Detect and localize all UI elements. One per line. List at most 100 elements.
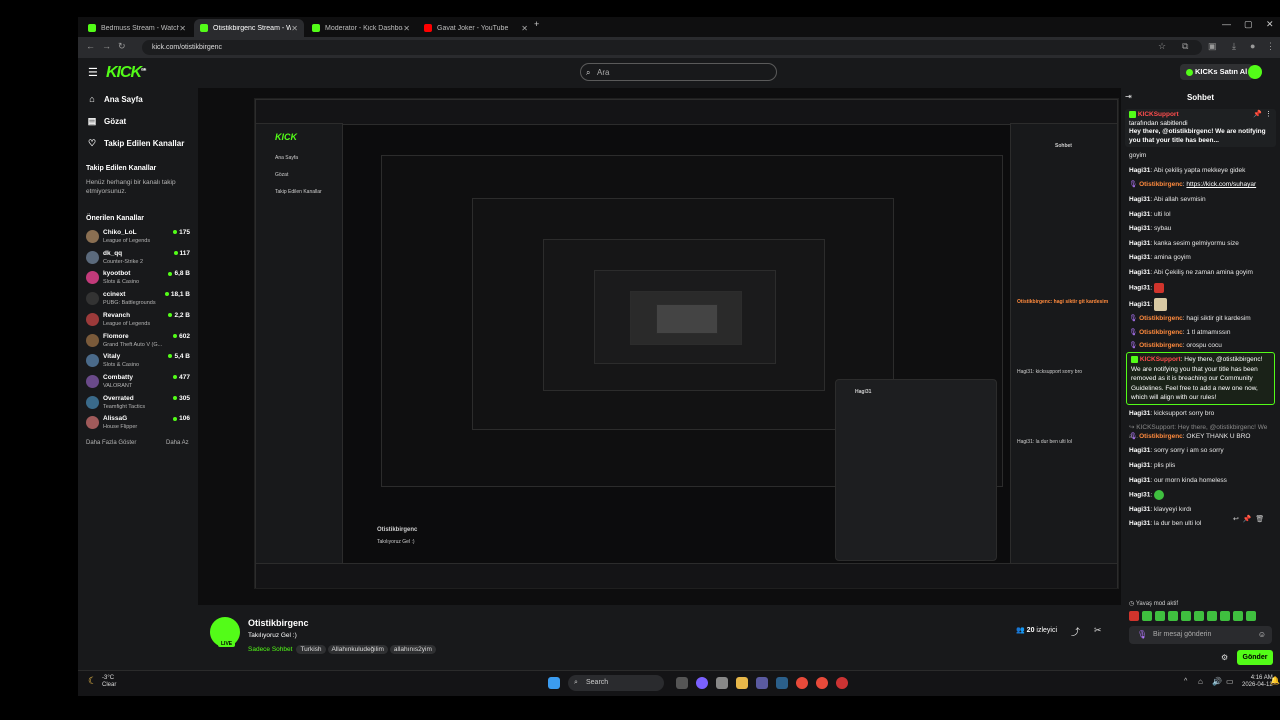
chat-settings-icon[interactable]: ⚙ bbox=[1221, 653, 1228, 662]
close-window-icon[interactable]: ✕ bbox=[1266, 19, 1274, 30]
taskbar-search[interactable]: ⌕ Search bbox=[568, 675, 664, 691]
more-options-icon[interactable]: ⋮ bbox=[1265, 111, 1272, 120]
chat-username[interactable]: Otistikbirgenc bbox=[1139, 342, 1183, 349]
chat-username[interactable]: Hagi31 bbox=[1129, 254, 1150, 261]
chat-message[interactable]: Hagi31: kanka sesim gelmiyormu size bbox=[1129, 239, 1277, 248]
microphone-icon[interactable]: 🎙 bbox=[1137, 626, 1147, 644]
tag-chip[interactable]: allahınıs2yim bbox=[389, 645, 436, 654]
emote-icon[interactable] bbox=[1194, 611, 1204, 621]
chat-message[interactable]: Hagi31: Abi Çekiliş ne zaman amina goyim bbox=[1129, 268, 1277, 277]
chat-message[interactable]: Hagi31: sybau bbox=[1129, 224, 1277, 233]
menu-icon[interactable]: ⋮ bbox=[1266, 41, 1275, 52]
category-link[interactable]: Sadece Sohbet bbox=[248, 646, 292, 653]
emote-icon[interactable] bbox=[1168, 611, 1178, 621]
notifications-icon[interactable]: 🔔 bbox=[1270, 676, 1280, 685]
recommended-channel[interactable]: Combatty VALORANT 477 bbox=[86, 373, 190, 393]
chat-username[interactable]: Hagi31 bbox=[1129, 410, 1150, 417]
kick-logo[interactable]: KICKbeta bbox=[106, 64, 146, 82]
clip-icon[interactable]: ✂ bbox=[1094, 625, 1102, 636]
nav-following[interactable]: ♡ Takip Edilen Kanallar bbox=[86, 138, 184, 149]
forward-icon[interactable]: → bbox=[102, 41, 111, 51]
chat-message[interactable]: Hagi31: bbox=[1129, 283, 1277, 293]
channel-name[interactable]: Otistikbirgenc bbox=[248, 618, 309, 628]
battery-icon[interactable]: ▭ bbox=[1226, 677, 1234, 686]
chat-username[interactable]: Hagi31 bbox=[1129, 269, 1150, 276]
browser-tab[interactable]: Bedmuss Stream - Watch Live o ✕ bbox=[82, 19, 192, 37]
chat-username[interactable]: Hagi31 bbox=[1129, 225, 1150, 232]
back-icon[interactable]: ← bbox=[86, 41, 95, 51]
hamburger-menu-icon[interactable]: ☰ bbox=[88, 66, 98, 79]
chat-message[interactable]: 🎙 Otistikbirgenc: 1 tl atmamıssın bbox=[1129, 328, 1277, 337]
bookmark-star-icon[interactable]: ☆ bbox=[1158, 41, 1166, 52]
chat-username[interactable]: Otistikbirgenc bbox=[1139, 181, 1183, 188]
emote-icon[interactable] bbox=[1129, 611, 1139, 621]
chat-message[interactable]: Hagi31: sorry sorry i am so sorry bbox=[1129, 446, 1277, 455]
chat-username[interactable]: Hagi31 bbox=[1129, 462, 1150, 469]
chat-message[interactable]: Hagi31: Abi allah sevmisin bbox=[1129, 195, 1277, 204]
chat-message[interactable]: 🎙 Otistikbirgenc: OKEY THANK U BRO bbox=[1129, 432, 1277, 441]
sidepanel-icon[interactable]: ▣ bbox=[1208, 41, 1217, 52]
emote-icon[interactable] bbox=[1142, 611, 1152, 621]
browser-tab-active[interactable]: Otistikbirgenc Stream - Watch ✕ bbox=[194, 19, 304, 37]
recommended-channel[interactable]: AlissaG House Flipper 106 bbox=[86, 414, 190, 434]
close-tab-icon[interactable]: ✕ bbox=[403, 24, 410, 33]
chat-message[interactable]: goyim bbox=[1129, 151, 1277, 160]
widgets-icon[interactable] bbox=[716, 677, 728, 689]
emote-icon[interactable] bbox=[1220, 611, 1230, 621]
chat-username[interactable]: Hagi31 bbox=[1129, 211, 1150, 218]
recommended-channel[interactable]: kyootbot Slots & Casino 6,8 B bbox=[86, 269, 190, 289]
close-tab-icon[interactable]: ✕ bbox=[179, 24, 186, 33]
chat-message[interactable]: Hagi31: ulti lol bbox=[1129, 210, 1277, 219]
chat-username[interactable]: Otistikbirgenc bbox=[1139, 433, 1183, 440]
steam-icon[interactable] bbox=[776, 677, 788, 689]
chat-message[interactable]: Hagi31: our morn kinda homeless bbox=[1129, 476, 1277, 485]
chat-username[interactable]: Hagi31 bbox=[1129, 167, 1150, 174]
recommended-channel[interactable]: dk_qq Counter-Strike 2 117 bbox=[86, 249, 190, 269]
profile-icon[interactable]: ● bbox=[1250, 41, 1255, 51]
chat-username[interactable]: Hagi31 bbox=[1129, 196, 1150, 203]
send-button[interactable]: Gönder bbox=[1237, 650, 1273, 665]
emote-icon[interactable] bbox=[1155, 611, 1165, 621]
recommended-channel[interactable]: ccinext PUBG: Battlegrounds 18,1 B bbox=[86, 290, 190, 310]
browser-tab[interactable]: Moderator - Kick Dashboard ✕ bbox=[306, 19, 416, 37]
pinned-message[interactable]: KICKSupport 📌 ⋮ tarafından sabitlendi He… bbox=[1125, 109, 1276, 147]
network-icon[interactable]: ⌂ bbox=[1198, 677, 1203, 686]
obs-icon[interactable] bbox=[836, 677, 848, 689]
nav-home[interactable]: ⌂ Ana Sayfa bbox=[86, 94, 142, 104]
maximize-icon[interactable]: ▢ bbox=[1244, 19, 1253, 30]
emoji-icon[interactable]: ☺ bbox=[1258, 626, 1266, 644]
emote-icon[interactable] bbox=[1246, 611, 1256, 621]
buy-kicks-button[interactable]: KICKs Satın Al bbox=[1180, 64, 1254, 80]
chat-link[interactable]: https://kick.com/suhayar bbox=[1186, 181, 1256, 188]
chat-message[interactable]: 🎙 Otistikbirgenc: https://kick.com/suhay… bbox=[1129, 180, 1277, 189]
file-explorer-icon[interactable] bbox=[736, 677, 748, 689]
chat-username[interactable]: Hagi31 bbox=[1129, 285, 1150, 292]
search-input[interactable]: ⌕ Ara bbox=[580, 63, 777, 81]
tag-chip[interactable]: Allahınkuludeğilim bbox=[327, 645, 388, 654]
emote-icon[interactable] bbox=[1207, 611, 1217, 621]
volume-icon[interactable]: 🔊 bbox=[1212, 677, 1222, 686]
show-more-link[interactable]: Daha Fazla Göster bbox=[86, 440, 136, 446]
nav-browse[interactable]: ▤ Gözat bbox=[86, 116, 127, 127]
chat-message[interactable]: 🎙 Otistikbirgenc: orospu cocu bbox=[1129, 341, 1277, 350]
chat-message[interactable]: Hagi31: klavyeyi kırdı bbox=[1129, 505, 1277, 514]
address-input[interactable]: kick.com/otistikbirgenc bbox=[142, 40, 1202, 55]
stream-player[interactable]: KICK Ana Sayfa Gözat Takip Edilen Kanall… bbox=[198, 88, 1121, 605]
chat-username[interactable]: Hagi31 bbox=[1129, 447, 1150, 454]
show-less-link[interactable]: Daha Az bbox=[166, 440, 189, 446]
recommended-channel[interactable]: Revanch League of Legends 2,2 B bbox=[86, 311, 190, 331]
recommended-channel[interactable]: Vitaly Slots & Casino 5,4 B bbox=[86, 352, 190, 372]
chat-message[interactable]: 🎙 Otistikbirgenc: hagi siktir git kardes… bbox=[1129, 314, 1277, 323]
chrome-icon[interactable] bbox=[796, 677, 808, 689]
minimize-icon[interactable]: — bbox=[1222, 19, 1231, 29]
chat-message-input[interactable]: 🎙 Bir mesaj gönderin ☺ bbox=[1129, 626, 1272, 644]
chat-username[interactable]: Hagi31 bbox=[1129, 240, 1150, 247]
chat-username[interactable]: Otistikbirgenc bbox=[1139, 329, 1183, 336]
download-icon[interactable]: ⤓ bbox=[1232, 41, 1236, 52]
chrome-icon[interactable] bbox=[816, 677, 828, 689]
chat-message[interactable]: Hagi31: Abi çekiliş yapta mekkeye gidek bbox=[1129, 166, 1277, 175]
chat-message[interactable]: Hagi31: kicksupport sorry bro bbox=[1129, 409, 1277, 418]
new-tab-icon[interactable]: + bbox=[534, 19, 539, 29]
tray-chevron-icon[interactable]: ^ bbox=[1184, 678, 1187, 685]
chat-username[interactable]: Hagi31 bbox=[1129, 506, 1150, 513]
